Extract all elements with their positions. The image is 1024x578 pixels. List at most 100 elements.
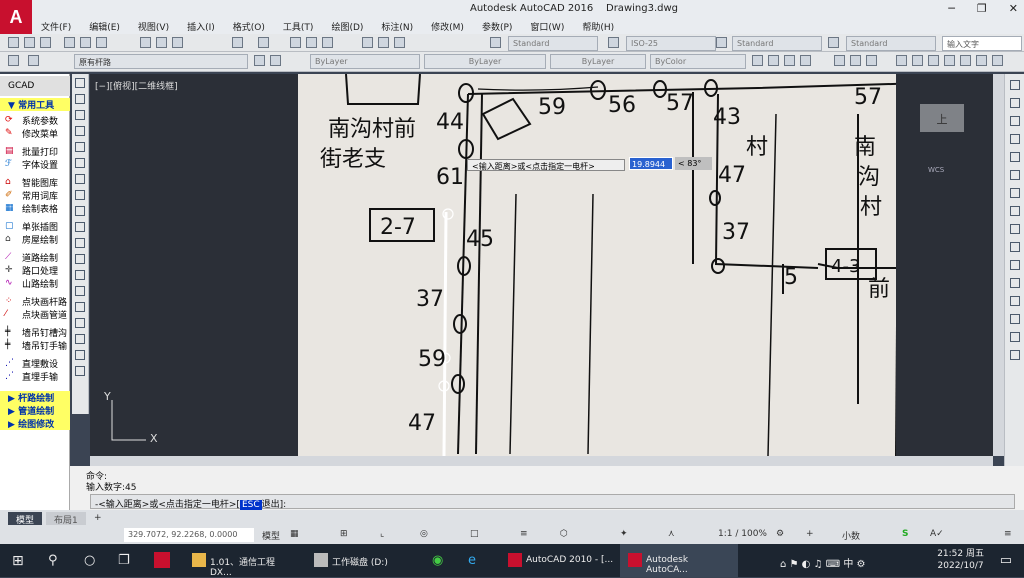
table-style-icon[interactable] (716, 37, 727, 48)
menu-item-wall-nail-manual[interactable]: ╪ 墙吊钉手输 (0, 339, 70, 352)
section-common-tools[interactable]: ▼ 常用工具 (0, 98, 70, 111)
snap-icon[interactable]: ⊞ (340, 529, 348, 539)
menu-parametric[interactable]: 参数(P) (473, 18, 521, 34)
ellipse-icon[interactable] (75, 222, 85, 232)
distance-input[interactable]: 19.8944 (629, 157, 673, 170)
lineweight-toggle-icon[interactable]: ≡ (520, 529, 528, 539)
properties-icon[interactable] (362, 37, 373, 48)
menu-item-road-draw[interactable]: ⟋ 道路绘制 (0, 251, 70, 264)
taskbar-item-autocad-2016[interactable]: Autodesk AutoCA... (620, 544, 738, 577)
taskbar-item-disk[interactable]: 工作磁盘 (D:) (306, 544, 424, 577)
drawing-viewport[interactable]: [−][俯视][二维线框] 南沟村前 街老支 59 56 57 43 44 61… (90, 74, 993, 456)
close-button[interactable]: ✕ (1009, 2, 1018, 15)
tab-layout1[interactable]: 布局1 (46, 512, 86, 526)
zoom-window-icon[interactable] (322, 37, 333, 48)
section-drawing-modify[interactable]: ▶ 绘图修改 (0, 417, 70, 430)
section-pole-draw[interactable]: ▶ 杆路绘制 (0, 391, 70, 404)
trim-icon[interactable] (1009, 242, 1020, 252)
vertical-scrollbar[interactable] (993, 74, 1004, 456)
fillet-icon[interactable] (1009, 332, 1020, 342)
ortho-icon[interactable]: ⌞ (380, 529, 384, 539)
open-icon[interactable] (24, 37, 35, 48)
menu-item-wall-nail-trench[interactable]: ╪ 墙吊钉槽沟 (0, 326, 70, 339)
status-tools-icon[interactable]: A✓ (930, 529, 944, 539)
move-object-icon[interactable] (1009, 170, 1020, 180)
menu-file[interactable]: 文件(F) (32, 18, 80, 34)
units-select[interactable]: 小数 (842, 529, 860, 542)
layer-manager-icon[interactable] (8, 55, 19, 66)
viewcube[interactable]: 上 (920, 104, 964, 132)
menu-item-single-insert[interactable]: ▢ 单张插图 (0, 220, 70, 233)
undo-icon[interactable] (232, 37, 243, 48)
table-icon[interactable] (75, 350, 85, 360)
minimize-button[interactable]: ─ (948, 2, 955, 15)
rectangle-icon[interactable] (800, 55, 811, 66)
make-current-icon[interactable] (254, 55, 265, 66)
region-icon[interactable] (75, 334, 85, 344)
dim-style-icon[interactable] (608, 37, 619, 48)
circle-icon[interactable] (768, 55, 779, 66)
dim-style-select[interactable]: ISO-25 (626, 36, 716, 51)
extend-icon[interactable] (1009, 260, 1020, 270)
notification-icon[interactable]: ▭ (1000, 553, 1012, 568)
arc-icon[interactable] (784, 55, 795, 66)
snap-midpoint-icon[interactable] (912, 55, 923, 66)
table-style-select[interactable]: Standard (732, 36, 822, 51)
rectangle-icon[interactable] (75, 142, 85, 152)
annotation-scale-icon[interactable]: ⋏ (668, 529, 675, 539)
osnap-icon[interactable]: □ (470, 529, 479, 539)
mirror-icon[interactable] (1009, 116, 1020, 126)
tab-model[interactable]: 模型 (8, 512, 43, 526)
insert-block-icon[interactable] (75, 254, 85, 264)
mtext-icon[interactable] (75, 366, 85, 376)
menu-item-house-draw[interactable]: ⌂ 房屋绘制 (0, 233, 70, 246)
menu-format[interactable]: 格式(O) (224, 18, 274, 34)
arc-icon[interactable] (75, 158, 85, 168)
copy-icon[interactable] (156, 37, 167, 48)
explode-icon[interactable] (1009, 350, 1020, 360)
join-icon[interactable] (1009, 296, 1020, 306)
spline-icon[interactable] (75, 206, 85, 216)
menu-item-modify-menu[interactable]: ✎ 修改菜单 (0, 127, 70, 140)
text-style-icon[interactable] (490, 37, 501, 48)
menu-insert[interactable]: 插入(I) (178, 18, 224, 34)
menu-item-system-params[interactable]: ⟳ 系统参数 (0, 114, 70, 127)
menu-item-direct-burial[interactable]: ⋰ 直埋敷设 (0, 357, 70, 370)
menu-item-pole-route[interactable]: ⁘ 点块画杆路 (0, 295, 70, 308)
plus-icon[interactable]: + (806, 529, 814, 539)
snap-endpoint-icon[interactable] (896, 55, 907, 66)
menu-item-common-words[interactable]: ✐ 常用词库 (0, 189, 70, 202)
autocad-logo[interactable]: A (0, 0, 32, 34)
customize-icon[interactable]: ≡ (1004, 529, 1012, 539)
menu-view[interactable]: 视图(V) (129, 18, 178, 34)
polygon-icon[interactable] (75, 126, 85, 136)
color-select[interactable]: ByLayer (310, 54, 420, 69)
snap-center-icon[interactable] (928, 55, 939, 66)
publish-icon[interactable] (96, 37, 107, 48)
polyline-icon[interactable] (75, 110, 85, 120)
break-icon[interactable] (1009, 278, 1020, 288)
restore-button[interactable]: ❐ (977, 2, 987, 15)
lineweight-select[interactable]: ByLayer (550, 54, 646, 69)
task-view-icon[interactable]: ❐ (118, 553, 130, 568)
tool-palettes-icon[interactable] (394, 37, 405, 48)
model-space-button[interactable]: 模型 (262, 529, 280, 542)
ie-icon[interactable]: e (468, 553, 476, 568)
grid-icon[interactable]: ▦ (290, 529, 299, 539)
scale-icon[interactable] (866, 55, 877, 66)
paste-icon[interactable] (172, 37, 183, 48)
redo-icon[interactable] (258, 37, 269, 48)
clock[interactable]: 21:52 周五 2022/10/7 (937, 548, 984, 572)
menu-item-mountain-road[interactable]: ∿ 山路绘制 (0, 277, 70, 290)
stretch-icon[interactable] (1009, 224, 1020, 234)
snap-intersection-icon[interactable] (976, 55, 987, 66)
scale-readout[interactable]: 1:1 / 100% (718, 529, 767, 539)
command-input[interactable]: -<输入距离>或<点击指定一电杆>[ESC 退出]: (90, 494, 1015, 510)
preview-icon[interactable] (80, 37, 91, 48)
menu-item-smart-library[interactable]: ⌂ 智能图库 (0, 176, 70, 189)
app-pinned-icon[interactable] (154, 552, 170, 568)
selection-cycle-icon[interactable]: ⬡ (560, 529, 568, 539)
linetype-select[interactable]: ByLayer (424, 54, 546, 69)
menu-window[interactable]: 窗口(W) (521, 18, 573, 34)
annotation-visibility-icon[interactable]: ✦ (620, 529, 628, 539)
